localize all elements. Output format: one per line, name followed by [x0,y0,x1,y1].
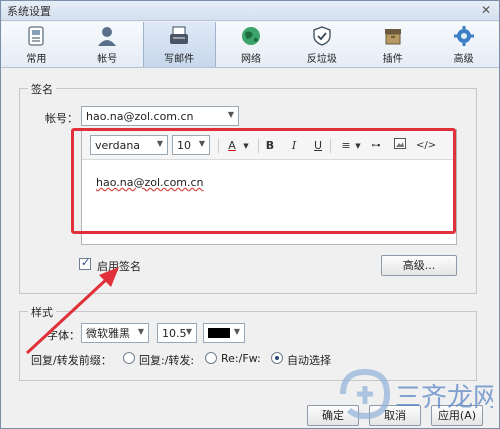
prefix-radio-chinese[interactable] [123,352,135,364]
tab-advanced-label: 高级 [453,53,474,65]
prefix-option-english: Re:/Fw: [221,352,261,365]
editor-toolbar: verdana ▼ 10 ▼ A ▼ B I U ≡ ▼ ⊶ </> [82,130,456,160]
tab-general-label: 常用 [26,53,47,65]
chevron-down-icon[interactable]: ▼ [238,138,254,154]
style-group: 样式 [19,304,477,381]
chevron-down-icon: ▼ [198,139,205,148]
tab-account[interactable]: 帐号 [72,22,143,67]
style-font-select[interactable]: 微软雅黑 ▼ [81,323,149,343]
toolbar-divider [258,139,259,153]
settings-toolbar: 常用 帐号 写邮件 网络 反垃圾 插件 高级 [1,22,499,68]
signature-editor[interactable]: verdana ▼ 10 ▼ A ▼ B I U ≡ ▼ ⊶ </> hao.n… [81,129,457,245]
chevron-down-icon: ▼ [227,110,234,119]
editor-signature-text: hao.na@zol.com.cn [96,176,204,189]
close-icon[interactable]: ✕ [479,4,493,18]
signature-advanced-button[interactable]: 高级... [381,255,457,276]
tab-advanced[interactable]: 高级 [428,22,499,67]
prefix-radio-auto[interactable] [271,352,283,364]
globe-icon [240,25,262,47]
shield-icon [311,25,333,47]
underline-icon[interactable]: U [310,138,326,154]
prefix-label: 回复/转发前缀： [31,354,112,367]
plugin-box-icon [382,25,404,47]
account-select[interactable]: hao.na@zol.com.cn ▼ [81,106,239,126]
prefix-option-auto: 自动选择 [287,354,331,367]
editor-font-value: verdana [95,138,141,152]
link-icon[interactable]: ⊶ [368,138,384,154]
source-code-icon[interactable]: </> [416,138,436,154]
bold-icon[interactable]: B [262,138,278,154]
tab-plugins[interactable]: 插件 [357,22,428,67]
style-group-title: 样式 [28,304,56,320]
chevron-down-icon: ▼ [137,327,144,336]
font-label: 字体： [47,329,80,342]
chevron-down-icon[interactable]: ▼ [350,138,366,154]
toolbar-divider [218,139,219,153]
image-icon[interactable] [392,138,408,154]
style-font-value: 微软雅黑 [86,327,130,340]
editor-size-value: 10 [177,138,191,152]
title-bar: 系统设置 ✕ [1,1,499,21]
italic-icon[interactable]: I [286,138,302,154]
editor-size-select[interactable]: 10 ▼ [172,135,210,155]
chevron-down-icon: ▼ [156,139,163,148]
ok-button[interactable]: 确定 [307,405,359,426]
tab-antispam-label: 反垃圾 [306,53,337,65]
prefix-radio-english[interactable] [205,352,217,364]
compose-icon [168,25,190,47]
style-size-value: 10.5 [162,326,187,340]
enable-signature-checkbox[interactable] [79,256,91,270]
general-icon [25,25,47,47]
color-swatch [208,328,230,338]
enable-signature-label: 启用签名 [97,260,141,273]
tab-antispam[interactable]: 反垃圾 [286,22,357,67]
account-label: 帐号： [45,112,78,125]
tab-compose[interactable]: 写邮件 [142,22,216,67]
tab-compose-label: 写邮件 [164,53,195,65]
apply-button[interactable]: 应用(A) [431,405,483,426]
cancel-button[interactable]: 取消 [369,405,421,426]
gear-icon [453,25,475,47]
signature-group-title: 签名 [28,81,56,97]
chevron-down-icon: ▼ [233,327,240,336]
chevron-down-icon: ▼ [185,327,192,336]
tab-account-label: 帐号 [97,53,118,65]
style-color-select[interactable]: ▼ [203,323,245,343]
settings-window: 系统设置 ✕ 常用 帐号 写邮件 网络 反垃圾 插件 高级 签名 帐号： hao… [0,0,500,429]
tab-network-label: 网络 [241,53,261,65]
editor-font-select[interactable]: verdana ▼ [90,135,168,155]
style-size-select[interactable]: 10.5 ▼ [157,323,197,343]
prefix-option-chinese: 回复:/转发: [139,354,195,367]
user-icon [96,25,118,47]
account-select-value: hao.na@zol.com.cn [86,109,194,123]
tab-network[interactable]: 网络 [216,22,287,67]
tab-general[interactable]: 常用 [1,22,72,67]
window-title: 系统设置 [7,4,51,18]
toolbar-divider [330,139,331,153]
tab-plugins-label: 插件 [382,53,403,65]
